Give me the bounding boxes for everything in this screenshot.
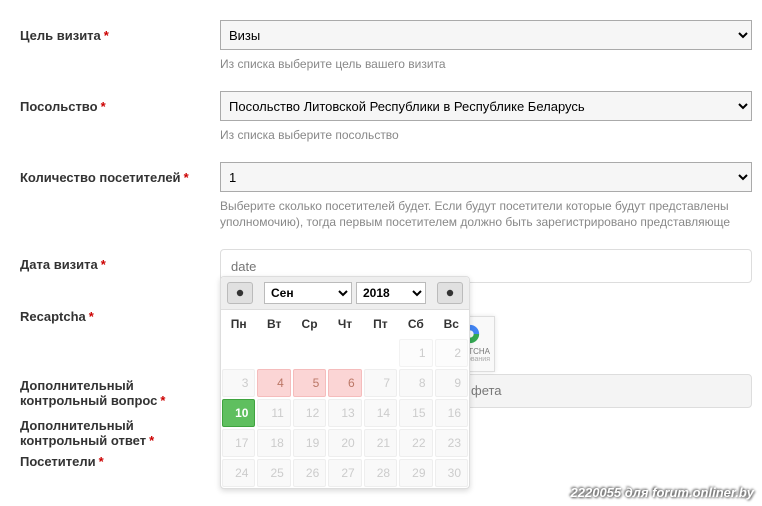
calendar-day[interactable]: 14 [364, 399, 397, 427]
calendar-day[interactable]: 30 [435, 459, 468, 487]
embassy-hint: Из списка выберите посольство [220, 127, 752, 144]
visitors-select[interactable]: 1 [220, 162, 752, 192]
chevron-left-icon [236, 289, 244, 297]
calendar-weekday: Чт [327, 310, 362, 338]
calendar-day[interactable]: 25 [257, 459, 290, 487]
sec-question-label: Дополнительный контрольный вопрос [20, 378, 157, 408]
calendar-day[interactable]: 17 [222, 429, 255, 457]
purpose-select[interactable]: Визы [220, 20, 752, 50]
calendar-day[interactable]: 24 [222, 459, 255, 487]
required-mark: * [101, 257, 106, 272]
calendar-next-button[interactable] [437, 282, 463, 304]
calendar-grid: ПнВтСрЧтПтСбВс 1234567891011121314151617… [221, 310, 469, 488]
calendar-day[interactable]: 23 [435, 429, 468, 457]
visit-date-label: Дата визита [20, 257, 98, 272]
recaptcha-label: Recaptcha [20, 309, 86, 324]
calendar-day[interactable]: 19 [293, 429, 326, 457]
embassy-select[interactable]: Посольство Литовской Республики в Респуб… [220, 91, 752, 121]
calendar-day[interactable]: 7 [364, 369, 397, 397]
calendar-day[interactable]: 11 [257, 399, 290, 427]
calendar-day[interactable]: 26 [293, 459, 326, 487]
calendar-day[interactable]: 21 [364, 429, 397, 457]
calendar-day[interactable]: 12 [293, 399, 326, 427]
visitors-hint: Выберите сколько посетителей будет. Если… [220, 198, 752, 232]
calendar-day[interactable]: 1 [399, 339, 432, 367]
visitors-label: Количество посетителей [20, 170, 181, 185]
watermark: 2220055 для forum.onliner.by [571, 485, 754, 500]
embassy-label: Посольство [20, 99, 98, 114]
date-picker[interactable]: Сен 2018 ПнВтСрЧтПтСбВс 1234567891011121… [220, 276, 470, 489]
calendar-day[interactable]: 4 [257, 369, 290, 397]
calendar-day[interactable]: 8 [399, 369, 432, 397]
calendar-weekday: Сб [398, 310, 433, 338]
calendar-day[interactable]: 3 [222, 369, 255, 397]
calendar-day[interactable]: 15 [399, 399, 432, 427]
required-mark: * [89, 309, 94, 324]
calendar-day[interactable]: 27 [328, 459, 361, 487]
visitors-section-label: Посетители [20, 454, 96, 469]
calendar-day[interactable]: 20 [328, 429, 361, 457]
calendar-weekday: Вт [256, 310, 291, 338]
calendar-day[interactable]: 18 [257, 429, 290, 457]
calendar-day[interactable]: 16 [435, 399, 468, 427]
required-mark: * [99, 454, 104, 469]
calendar-weekday: Пт [363, 310, 398, 338]
calendar-day[interactable]: 9 [435, 369, 468, 397]
chevron-right-icon [446, 289, 454, 297]
calendar-day[interactable]: 6 [328, 369, 361, 397]
required-mark: * [101, 99, 106, 114]
calendar-prev-button[interactable] [227, 282, 253, 304]
purpose-hint: Из списка выберите цель вашего визита [220, 56, 752, 73]
purpose-label: Цель визита [20, 28, 101, 43]
sec-answer-label: Дополнительный контрольный ответ [20, 418, 146, 448]
calendar-day[interactable]: 2 [435, 339, 468, 367]
calendar-weekday: Пн [221, 310, 256, 338]
calendar-day[interactable]: 29 [399, 459, 432, 487]
calendar-weekday: Вс [434, 310, 469, 338]
calendar-day[interactable]: 10 [222, 399, 255, 427]
required-mark: * [149, 433, 154, 448]
calendar-day[interactable]: 5 [293, 369, 326, 397]
calendar-day[interactable]: 13 [328, 399, 361, 427]
required-mark: * [104, 28, 109, 43]
calendar-month-select[interactable]: Сен [264, 282, 352, 304]
calendar-year-select[interactable]: 2018 [356, 282, 426, 304]
required-mark: * [184, 170, 189, 185]
calendar-day[interactable]: 22 [399, 429, 432, 457]
required-mark: * [160, 393, 165, 408]
calendar-day[interactable]: 28 [364, 459, 397, 487]
calendar-weekday: Ср [292, 310, 327, 338]
